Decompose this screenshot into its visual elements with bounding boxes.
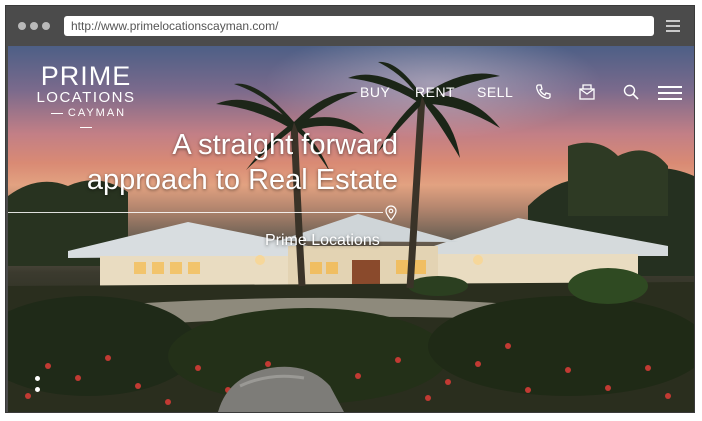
location-pin-icon (385, 205, 397, 221)
logo-line-prime: PRIME (40, 61, 132, 91)
slide-dot[interactable] (35, 376, 40, 381)
headline-line-2: approach to Real Estate (86, 164, 398, 196)
brand-logo[interactable]: PRIME LOCATIONS CAYMAN (36, 62, 136, 134)
headline-divider (8, 212, 383, 213)
window-dot-icon[interactable] (18, 22, 26, 30)
search-icon[interactable] (622, 83, 640, 101)
hero-headline: A straight forward approach to Real Esta… (28, 128, 398, 198)
window-dot-icon[interactable] (42, 22, 50, 30)
location-label: Prime Locations (265, 232, 380, 249)
headline-line-1: A straight forward (172, 129, 398, 161)
nav-item-rent[interactable]: RENT (415, 84, 455, 100)
hero-section: PRIME LOCATIONS CAYMAN BUY RENT SELL A s… (8, 46, 694, 412)
browser-menu-icon[interactable] (666, 20, 680, 32)
slide-dot[interactable] (35, 387, 40, 392)
phone-icon[interactable] (534, 83, 552, 101)
mail-icon[interactable] (578, 83, 596, 101)
slide-pager (35, 376, 40, 398)
browser-chrome: http://www.primelocationscayman.com/ (6, 6, 694, 46)
window-dot-icon[interactable] (30, 22, 38, 30)
hamburger-menu-icon[interactable] (658, 86, 682, 100)
nav-item-sell[interactable]: SELL (477, 84, 513, 100)
browser-window: http://www.primelocationscayman.com/ PRI… (5, 5, 695, 413)
nav-item-buy[interactable]: BUY (360, 84, 390, 100)
logo-line-locations: LOCATIONS (36, 89, 136, 106)
address-bar[interactable]: http://www.primelocationscayman.com/ (64, 16, 654, 36)
